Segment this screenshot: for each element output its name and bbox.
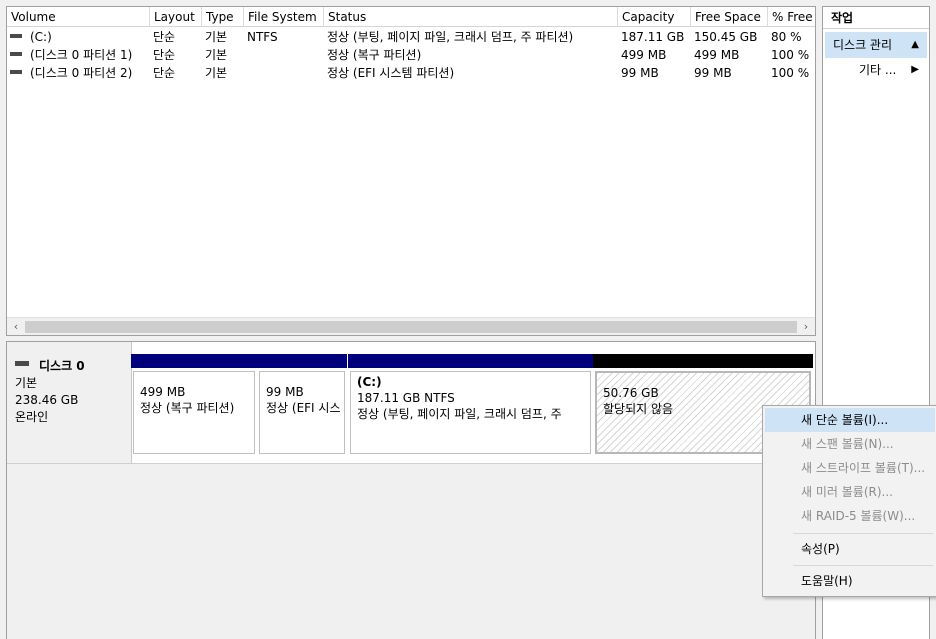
drive-icon	[10, 69, 22, 74]
table-row[interactable]: (디스크 0 파티션 2) 단순 기본 정상 (EFI 시스템 파티션) 99 …	[7, 64, 815, 82]
partition-size: 99 MB	[266, 385, 304, 399]
actions-item-more[interactable]: 기타 ... ▶	[823, 58, 929, 82]
volume-status: 정상 (복구 파티션)	[327, 48, 422, 62]
partition-status: 정상 (부팅, 페이지 파일, 크래시 덤프, 주	[357, 407, 562, 421]
disk-state: 온라인	[15, 410, 49, 424]
col-header-layout[interactable]: Layout	[150, 7, 202, 27]
partition-size: 499 MB	[140, 385, 186, 399]
partition-bar	[348, 354, 593, 368]
table-row[interactable]: (C:) 단순 기본 NTFS 정상 (부팅, 페이지 파일, 크래시 덤프, …	[7, 28, 815, 46]
disk-management-window: Volume Layout Type File System Status Ca…	[0, 0, 936, 639]
col-header-percent-free[interactable]: % Free	[768, 7, 815, 27]
volume-list-header: Volume Layout Type File System Status Ca…	[7, 7, 815, 27]
volume-percent-free: 100 %	[771, 48, 810, 62]
partition-size: 50.76 GB	[603, 386, 659, 400]
submenu-arrow-icon: ▶	[911, 64, 919, 75]
volume-capacity: 187.11 GB	[621, 30, 685, 44]
volume-layout: 단순	[153, 30, 176, 44]
context-menu: 새 단순 볼륨(I)... 새 스팬 볼륨(N)... 새 스트라이프 볼륨(T…	[762, 405, 936, 597]
partition-efi[interactable]: 99 MB 정상 (EFI 시스	[257, 354, 347, 454]
disk-icon	[15, 361, 29, 366]
partition-size: 187.11 GB NTFS	[357, 391, 455, 405]
menu-item-help[interactable]: 도움말(H)	[765, 569, 935, 593]
partition-status: 정상 (복구 파티션)	[140, 401, 235, 415]
partition-recovery[interactable]: 499 MB 정상 (복구 파티션)	[131, 354, 257, 454]
volume-file-system	[244, 46, 324, 64]
volume-name: (디스크 0 파티션 1)	[30, 48, 133, 62]
volume-capacity: 499 MB	[621, 48, 667, 62]
volume-free-space: 150.45 GB	[694, 30, 758, 44]
partition-bar	[131, 354, 257, 368]
volume-name: (C:)	[30, 30, 52, 44]
scroll-right-icon[interactable]: ›	[797, 318, 815, 335]
disk-name: 디스크 0	[39, 359, 85, 373]
volume-name: (디스크 0 파티션 2)	[30, 66, 133, 80]
collapse-up-icon[interactable]: ▲	[911, 32, 919, 58]
menu-item-new-mirrored-volume[interactable]: 새 미러 볼륨(R)...	[765, 480, 935, 504]
volume-type: 기본	[205, 48, 228, 62]
drive-icon	[10, 33, 22, 38]
volume-file-system	[244, 64, 324, 82]
actions-title: 작업	[823, 7, 929, 29]
col-header-free-space[interactable]: Free Space	[691, 7, 768, 27]
col-header-status[interactable]: Status	[324, 7, 618, 27]
volume-percent-free: 80 %	[771, 30, 802, 44]
disk-type: 기본	[15, 376, 38, 390]
menu-item-properties[interactable]: 속성(P)	[765, 537, 935, 561]
menu-separator	[793, 533, 933, 534]
volume-list: Volume Layout Type File System Status Ca…	[6, 6, 816, 336]
disk-info-panel[interactable]: 디스크 0 기본 238.46 GB 온라인	[7, 342, 132, 463]
disk-view-empty-area	[7, 463, 815, 639]
scroll-thumb[interactable]	[25, 321, 797, 333]
col-header-volume[interactable]: Volume	[7, 7, 150, 27]
partition-bar	[593, 354, 813, 368]
volume-layout: 단순	[153, 48, 176, 62]
volume-status: 정상 (부팅, 페이지 파일, 크래시 덤프, 주 파티션)	[327, 30, 574, 44]
volume-type: 기본	[205, 66, 228, 80]
col-header-file-system[interactable]: File System	[244, 7, 324, 27]
volume-free-space: 99 MB	[694, 66, 732, 80]
partition-title: (C:)	[357, 375, 382, 389]
volume-percent-free: 100 %	[771, 66, 810, 80]
table-row[interactable]: (디스크 0 파티션 1) 단순 기본 정상 (복구 파티션) 499 MB 4…	[7, 46, 815, 64]
menu-item-new-raid5-volume[interactable]: 새 RAID-5 볼륨(W)...	[765, 504, 935, 528]
col-header-capacity[interactable]: Capacity	[618, 7, 691, 27]
menu-item-new-striped-volume[interactable]: 새 스트라이프 볼륨(T)...	[765, 456, 935, 480]
actions-section-label: 디스크 관리	[833, 38, 893, 52]
menu-item-new-spanned-volume[interactable]: 새 스팬 볼륨(N)...	[765, 432, 935, 456]
actions-item-label: 기타 ...	[859, 63, 897, 77]
volume-type: 기본	[205, 30, 228, 44]
menu-separator	[793, 565, 933, 566]
volume-file-system: NTFS	[247, 30, 278, 44]
partition-bar	[257, 354, 347, 368]
volume-status: 정상 (EFI 시스템 파티션)	[327, 66, 455, 80]
volume-layout: 단순	[153, 66, 176, 80]
volume-free-space: 499 MB	[694, 48, 740, 62]
horizontal-scrollbar[interactable]: ‹ ›	[7, 317, 815, 335]
partition-status: 정상 (EFI 시스	[266, 401, 341, 415]
col-header-type[interactable]: Type	[202, 7, 244, 27]
scroll-left-icon[interactable]: ‹	[7, 318, 25, 335]
disk-size: 238.46 GB	[15, 393, 79, 407]
drive-icon	[10, 51, 22, 56]
actions-section-disk-management[interactable]: 디스크 관리 ▲	[825, 32, 927, 58]
volume-capacity: 99 MB	[621, 66, 659, 80]
menu-item-new-simple-volume[interactable]: 새 단순 볼륨(I)...	[765, 408, 935, 432]
disk-graphical-view: 디스크 0 기본 238.46 GB 온라인 499 MB 정상 (복구 파티션…	[6, 341, 816, 639]
partition-c-drive[interactable]: (C:) 187.11 GB NTFS 정상 (부팅, 페이지 파일, 크래시 …	[348, 354, 593, 454]
